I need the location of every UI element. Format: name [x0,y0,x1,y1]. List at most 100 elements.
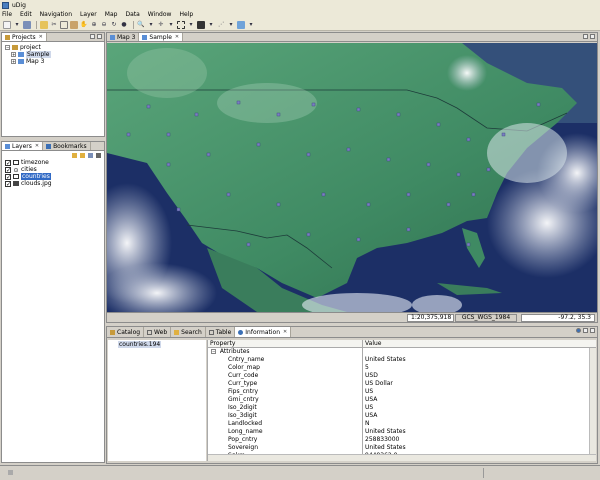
table-row[interactable]: Pop_cntry 258833000 [208,436,596,444]
layer-row-timezone[interactable]: ✓ timezone [5,159,101,166]
menu-map[interactable]: Map [105,11,118,18]
minimize-icon[interactable] [583,328,588,333]
layer-row-clouds[interactable]: ✓ clouds.jpg [5,180,101,187]
tree-item-map-sample[interactable]: + Sample [5,51,101,58]
layer-visibility-checkbox[interactable]: ✓ [5,173,11,180]
tab-web[interactable]: Web [144,327,172,337]
table-row[interactable]: Fips_cntry US [208,388,596,396]
dropdown-arrow-icon[interactable]: ▾ [167,21,175,29]
minimize-icon[interactable] [583,34,588,39]
tab-table[interactable]: Table [205,327,236,337]
polygon-layer-icon [13,160,19,165]
table-row[interactable]: Cntry_name United States [208,356,596,364]
maximize-icon[interactable] [590,34,595,39]
window-titlebar: uDig [0,0,600,10]
layer-down-icon[interactable] [80,152,85,158]
tab-search[interactable]: Search [171,327,206,337]
column-header-value[interactable]: Value [363,340,596,347]
dropdown-arrow-icon[interactable]: ▾ [13,21,21,29]
new-icon[interactable] [3,20,11,29]
layer-visibility-checkbox[interactable]: ✓ [5,159,11,166]
copy-icon[interactable] [60,20,68,29]
project-icon [12,45,18,50]
group-row[interactable]: − Attributes [208,348,596,356]
dropdown-arrow-icon[interactable]: ▾ [207,21,215,29]
maximize-icon[interactable] [97,34,102,39]
menu-layer[interactable]: Layer [80,11,97,18]
collapse-all-icon[interactable] [88,152,93,158]
close-icon[interactable]: ✕ [175,34,179,40]
tab-sample[interactable]: Sample ✕ [139,33,184,41]
tab-map-3[interactable]: Map 3 [107,33,140,41]
layer-visibility-checkbox[interactable]: ✓ [5,166,11,173]
pan-icon[interactable]: ✋ [80,21,88,29]
projects-tab-icon [5,34,10,40]
map-canvas[interactable] [107,43,597,312]
table-row[interactable]: Long_name United States [208,428,596,436]
close-icon[interactable]: ✕ [283,329,287,335]
feature-list-item[interactable]: countries.194 [108,340,206,349]
expand-icon[interactable]: + [11,59,16,64]
layer-visibility-checkbox[interactable]: ✓ [5,180,11,187]
menu-window[interactable]: Window [148,11,172,18]
menu-help[interactable]: Help [179,11,193,18]
select-box-icon[interactable] [177,20,185,29]
open-folder-icon[interactable] [40,20,48,29]
close-icon[interactable]: ✕ [39,34,43,40]
tab-layers[interactable]: Layers ✕ [2,142,44,150]
layer-name: clouds.jpg [21,180,52,187]
zoom-tool-icon[interactable]: 🔍 [137,21,145,29]
table-row[interactable]: Landlocked N [208,420,596,428]
save-icon[interactable] [23,20,31,29]
menu-file[interactable]: File [2,11,12,18]
zoom-out-icon[interactable]: ⊖ [100,21,108,29]
tree-item-project[interactable]: − project [5,44,101,51]
create-feature-icon[interactable] [237,20,245,29]
expand-icon[interactable]: + [11,52,16,57]
layer-row-countries[interactable]: ✓ countries [5,173,101,180]
table-row[interactable]: Curr_code USD [208,372,596,380]
collapse-icon[interactable]: − [5,45,10,50]
table-row[interactable]: Iso_3digit USA [208,412,596,420]
tab-bookmarks[interactable]: Bookmarks [43,142,91,150]
dropdown-arrow-icon[interactable]: ▾ [247,21,255,29]
menu-data[interactable]: Data [125,11,139,18]
stop-icon[interactable]: ● [120,21,128,29]
minimize-icon[interactable] [90,34,95,39]
tab-projects[interactable]: Projects ✕ [2,33,47,41]
tab-catalog[interactable]: Catalog [107,327,145,337]
table-row[interactable]: Color_map 5 [208,364,596,372]
zoom-in-icon[interactable]: ⊕ [90,21,98,29]
table-row[interactable]: Iso_2digit US [208,404,596,412]
map-render[interactable] [107,43,597,312]
column-header-property[interactable]: Property [208,340,363,347]
table-row[interactable]: Gmi_cntry USA [208,396,596,404]
collapse-icon[interactable]: − [211,349,216,354]
menu-edit[interactable]: Edit [20,11,32,18]
cut-icon[interactable]: ✂ [50,21,58,29]
crs-readout[interactable]: GCS_WGS_1984 [455,314,517,322]
scale-readout[interactable]: 1:20,375,918 [407,314,454,322]
move-tool-icon[interactable]: ✛ [157,21,165,29]
close-icon[interactable]: ✕ [35,143,39,149]
view-menu-icon[interactable] [96,152,101,158]
menu-navigation[interactable]: Navigation [40,11,72,18]
vertical-scrollbar[interactable] [589,348,596,454]
dropdown-arrow-icon[interactable]: ▾ [147,21,155,29]
refresh-icon[interactable]: ↻ [110,21,118,29]
info-action-icon[interactable] [576,328,581,333]
tree-item-map-3[interactable]: + Map 3 [5,58,101,65]
dropdown-arrow-icon[interactable]: ▾ [187,21,195,29]
layer-up-icon[interactable] [72,152,77,158]
paste-icon[interactable] [70,20,78,29]
horizontal-scrollbar[interactable] [208,454,596,461]
table-row[interactable]: Sovereign United States [208,444,596,452]
layer-row-cities[interactable]: ✓ ⊙ cities [5,166,101,174]
edit-geometry-icon[interactable]: ⋰ [217,21,225,29]
table-row[interactable]: Curr_type US Dollar [208,380,596,388]
info-tool-icon[interactable] [197,20,205,29]
dropdown-arrow-icon[interactable]: ▾ [227,21,235,29]
bottom-tabbar: Catalog Web Search Table Information ✕ [107,327,597,338]
maximize-icon[interactable] [590,328,595,333]
tab-information[interactable]: Information ✕ [235,327,292,337]
